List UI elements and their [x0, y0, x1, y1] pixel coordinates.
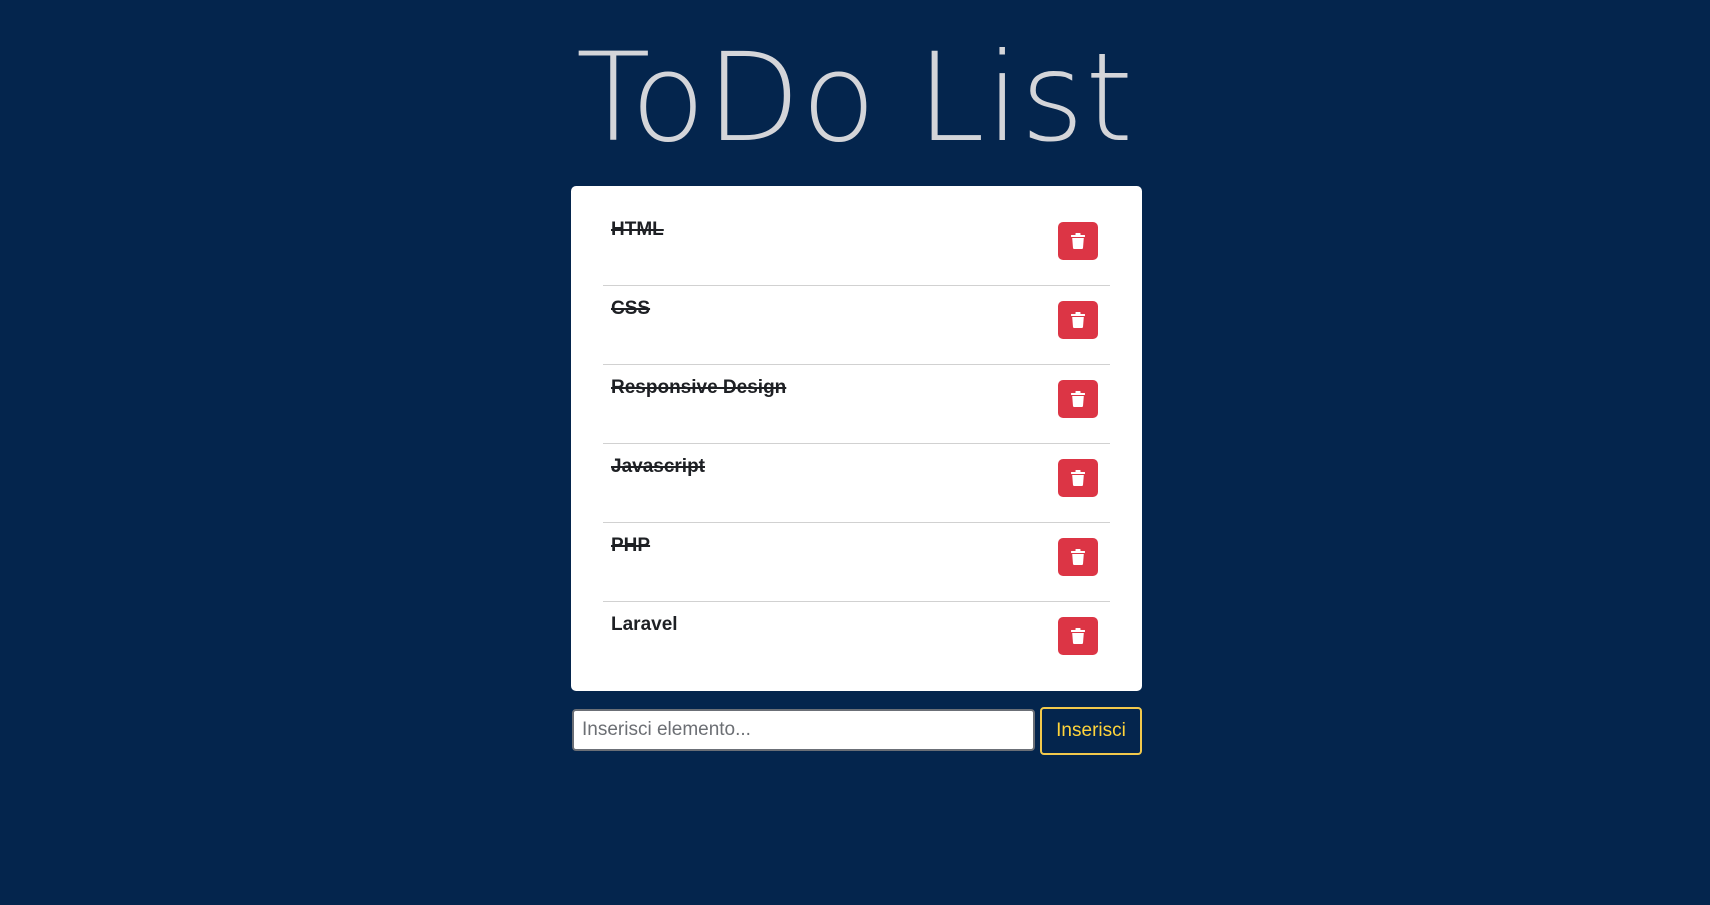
delete-button[interactable] [1058, 459, 1098, 497]
list-item: Javascript [603, 444, 1110, 523]
trash-icon [1071, 391, 1085, 407]
todo-app: ToDo List HTML CSS Responsive Design Jav… [0, 0, 1710, 905]
new-item-input[interactable] [572, 709, 1035, 751]
delete-button[interactable] [1058, 617, 1098, 655]
list-item: PHP [603, 523, 1110, 602]
todo-text-done[interactable]: CSS [611, 298, 650, 320]
add-item-form: Inserisci [571, 707, 1142, 755]
add-item-button[interactable]: Inserisci [1040, 707, 1142, 755]
todo-text-done[interactable]: Responsive Design [611, 377, 786, 399]
todo-text[interactable]: Laravel [611, 614, 678, 636]
trash-icon [1071, 549, 1085, 565]
delete-button[interactable] [1058, 222, 1098, 260]
trash-icon [1071, 628, 1085, 644]
todo-text-done[interactable]: PHP [611, 535, 650, 557]
list-item: Laravel [603, 602, 1110, 681]
list-item: CSS [603, 286, 1110, 365]
trash-icon [1071, 233, 1085, 249]
list-item: Responsive Design [603, 365, 1110, 444]
list-item: HTML [603, 207, 1110, 286]
delete-button[interactable] [1058, 538, 1098, 576]
todo-list: HTML CSS Responsive Design Javascript PH… [603, 207, 1110, 681]
trash-icon [1071, 312, 1085, 328]
todo-text-done[interactable]: Javascript [611, 456, 705, 478]
page-title: ToDo List [575, 27, 1135, 169]
delete-button[interactable] [1058, 301, 1098, 339]
todo-text-done[interactable]: HTML [611, 219, 664, 241]
todo-card: HTML CSS Responsive Design Javascript PH… [571, 186, 1142, 691]
delete-button[interactable] [1058, 380, 1098, 418]
trash-icon [1071, 470, 1085, 486]
